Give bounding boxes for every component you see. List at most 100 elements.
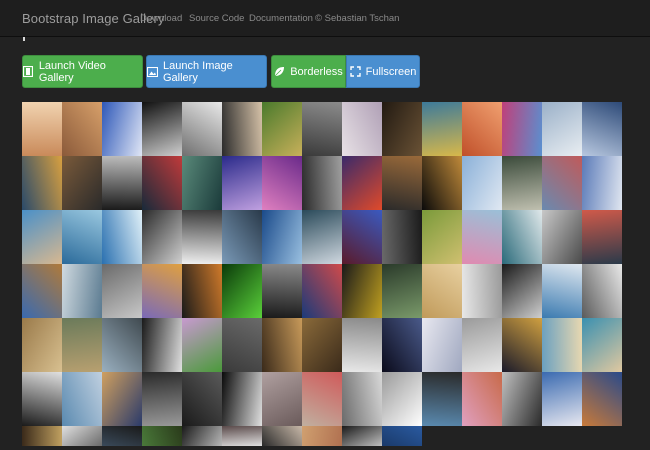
- gallery-thumbnail[interactable]: [462, 156, 502, 210]
- gallery-thumbnail[interactable]: [62, 318, 102, 372]
- gallery-thumbnail[interactable]: [102, 102, 142, 156]
- gallery-thumbnail[interactable]: [182, 264, 222, 318]
- gallery-thumbnail[interactable]: [142, 318, 182, 372]
- gallery-thumbnail[interactable]: [22, 426, 62, 446]
- gallery-thumbnail[interactable]: [22, 372, 62, 426]
- gallery-thumbnail[interactable]: [422, 264, 462, 318]
- gallery-thumbnail[interactable]: [22, 156, 62, 210]
- gallery-thumbnail[interactable]: [222, 426, 262, 446]
- gallery-thumbnail[interactable]: [262, 318, 302, 372]
- gallery-thumbnail[interactable]: [582, 156, 622, 210]
- gallery-thumbnail[interactable]: [222, 372, 262, 426]
- gallery-thumbnail[interactable]: [342, 156, 382, 210]
- gallery-thumbnail[interactable]: [262, 156, 302, 210]
- gallery-thumbnail[interactable]: [502, 264, 542, 318]
- gallery-thumbnail[interactable]: [262, 264, 302, 318]
- gallery-thumbnail[interactable]: [342, 318, 382, 372]
- gallery-thumbnail[interactable]: [182, 372, 222, 426]
- gallery-thumbnail[interactable]: [302, 318, 342, 372]
- gallery-thumbnail[interactable]: [222, 264, 262, 318]
- gallery-thumbnail[interactable]: [62, 372, 102, 426]
- gallery-thumbnail[interactable]: [62, 264, 102, 318]
- gallery-thumbnail[interactable]: [222, 102, 262, 156]
- gallery-thumbnail[interactable]: [582, 372, 622, 426]
- gallery-thumbnail[interactable]: [462, 318, 502, 372]
- gallery-thumbnail[interactable]: [502, 318, 542, 372]
- gallery-thumbnail[interactable]: [142, 426, 182, 446]
- nav-link-copyright[interactable]: © Sebastian Tschan: [315, 13, 399, 24]
- gallery-thumbnail[interactable]: [342, 426, 382, 446]
- gallery-thumbnail[interactable]: [302, 264, 342, 318]
- gallery-thumbnail[interactable]: [382, 264, 422, 318]
- gallery-thumbnail[interactable]: [582, 318, 622, 372]
- gallery-thumbnail[interactable]: [382, 210, 422, 264]
- nav-link-documentation[interactable]: Documentation: [249, 13, 313, 24]
- gallery-thumbnail[interactable]: [62, 102, 102, 156]
- gallery-thumbnail[interactable]: [342, 372, 382, 426]
- gallery-thumbnail[interactable]: [382, 372, 422, 426]
- gallery-thumbnail[interactable]: [342, 210, 382, 264]
- gallery-thumbnail[interactable]: [262, 426, 302, 446]
- gallery-thumbnail[interactable]: [302, 372, 342, 426]
- gallery-thumbnail[interactable]: [542, 372, 582, 426]
- gallery-thumbnail[interactable]: [382, 102, 422, 156]
- gallery-thumbnail[interactable]: [502, 372, 542, 426]
- gallery-thumbnail[interactable]: [222, 156, 262, 210]
- gallery-thumbnail[interactable]: [142, 372, 182, 426]
- gallery-thumbnail[interactable]: [222, 210, 262, 264]
- gallery-thumbnail[interactable]: [422, 102, 462, 156]
- gallery-thumbnail[interactable]: [502, 102, 542, 156]
- gallery-thumbnail[interactable]: [382, 156, 422, 210]
- gallery-thumbnail[interactable]: [22, 102, 62, 156]
- gallery-thumbnail[interactable]: [62, 426, 102, 446]
- gallery-thumbnail[interactable]: [422, 372, 462, 426]
- gallery-thumbnail[interactable]: [62, 210, 102, 264]
- gallery-thumbnail[interactable]: [462, 372, 502, 426]
- gallery-thumbnail[interactable]: [502, 156, 542, 210]
- gallery-thumbnail[interactable]: [542, 102, 582, 156]
- gallery-thumbnail[interactable]: [302, 156, 342, 210]
- gallery-thumbnail[interactable]: [262, 210, 302, 264]
- gallery-thumbnail[interactable]: [302, 102, 342, 156]
- gallery-thumbnail[interactable]: [422, 210, 462, 264]
- gallery-thumbnail[interactable]: [502, 210, 542, 264]
- gallery-thumbnail[interactable]: [462, 210, 502, 264]
- gallery-thumbnail[interactable]: [382, 318, 422, 372]
- gallery-thumbnail[interactable]: [542, 264, 582, 318]
- gallery-thumbnail[interactable]: [102, 264, 142, 318]
- gallery-thumbnail[interactable]: [582, 264, 622, 318]
- gallery-thumbnail[interactable]: [22, 318, 62, 372]
- gallery-thumbnail[interactable]: [302, 426, 342, 446]
- gallery-thumbnail[interactable]: [542, 210, 582, 264]
- gallery-thumbnail[interactable]: [182, 426, 222, 446]
- gallery-thumbnail[interactable]: [182, 156, 222, 210]
- gallery-thumbnail[interactable]: [582, 210, 622, 264]
- gallery-thumbnail[interactable]: [342, 264, 382, 318]
- gallery-thumbnail[interactable]: [342, 102, 382, 156]
- gallery-thumbnail[interactable]: [142, 102, 182, 156]
- gallery-thumbnail[interactable]: [142, 210, 182, 264]
- gallery-thumbnail[interactable]: [22, 210, 62, 264]
- gallery-thumbnail[interactable]: [182, 102, 222, 156]
- gallery-thumbnail[interactable]: [582, 102, 622, 156]
- gallery-thumbnail[interactable]: [262, 102, 302, 156]
- gallery-thumbnail[interactable]: [102, 156, 142, 210]
- borderless-toggle-button[interactable]: Borderless: [271, 55, 346, 88]
- gallery-thumbnail[interactable]: [142, 264, 182, 318]
- fullscreen-toggle-button[interactable]: Fullscreen: [346, 55, 420, 88]
- gallery-thumbnail[interactable]: [102, 426, 142, 446]
- gallery-thumbnail[interactable]: [462, 264, 502, 318]
- gallery-thumbnail[interactable]: [182, 318, 222, 372]
- gallery-thumbnail[interactable]: [62, 156, 102, 210]
- nav-link-download[interactable]: Download: [140, 13, 182, 24]
- gallery-thumbnail[interactable]: [142, 156, 182, 210]
- gallery-thumbnail[interactable]: [462, 102, 502, 156]
- gallery-thumbnail[interactable]: [302, 210, 342, 264]
- gallery-thumbnail[interactable]: [422, 156, 462, 210]
- gallery-thumbnail[interactable]: [542, 156, 582, 210]
- gallery-thumbnail[interactable]: [422, 318, 462, 372]
- gallery-thumbnail[interactable]: [542, 318, 582, 372]
- gallery-thumbnail[interactable]: [102, 372, 142, 426]
- launch-image-gallery-button[interactable]: Launch Image Gallery: [146, 55, 267, 88]
- gallery-thumbnail[interactable]: [262, 372, 302, 426]
